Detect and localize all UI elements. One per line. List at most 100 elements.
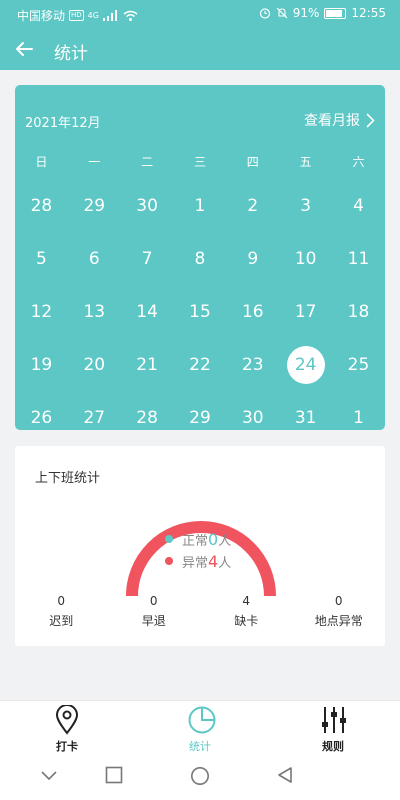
system-navigation-bar bbox=[0, 758, 400, 800]
calendar-day[interactable]: 7 bbox=[121, 249, 174, 269]
calendar-day[interactable]: 30 bbox=[121, 196, 174, 216]
calendar-week-row: 12 13 14 15 16 17 18 bbox=[15, 285, 385, 338]
weekday-label: 五 bbox=[299, 154, 312, 169]
calendar-day[interactable]: 10 bbox=[279, 249, 332, 269]
calendar-day[interactable]: 5 bbox=[15, 249, 68, 269]
calendar-day[interactable]: 8 bbox=[174, 249, 227, 269]
calendar-day[interactable]: 18 bbox=[332, 302, 385, 322]
battery-icon bbox=[324, 7, 347, 19]
calendar-day[interactable]: 26 bbox=[15, 408, 68, 428]
calendar-day[interactable]: 14 bbox=[121, 302, 174, 322]
calendar-day[interactable]: 9 bbox=[226, 249, 279, 269]
home-icon[interactable] bbox=[190, 766, 210, 786]
metrics-row: 0 迟到 0 早退 4 缺卡 0 地点异常 bbox=[15, 594, 385, 629]
calendar-day[interactable]: 1 bbox=[332, 408, 385, 428]
metric-value: 0 bbox=[149, 594, 158, 608]
mute-icon bbox=[276, 7, 288, 19]
signal-icon bbox=[102, 10, 117, 21]
calendar-day[interactable]: 23 bbox=[226, 355, 279, 375]
metric-location-abnormal[interactable]: 0 地点异常 bbox=[293, 594, 386, 629]
weekday-label: 四 bbox=[246, 154, 259, 169]
calendar-day[interactable]: 16 bbox=[226, 302, 279, 322]
legend-normal: 正常 0 人 bbox=[165, 528, 231, 550]
metric-label: 地点异常 bbox=[314, 614, 363, 628]
tab-label: 打卡 bbox=[56, 740, 78, 753]
weekday-label: 日 bbox=[35, 154, 48, 169]
calendar-day[interactable]: 22 bbox=[174, 355, 227, 375]
view-monthly-report-label: 查看月报 bbox=[304, 113, 360, 129]
calendar-day[interactable]: 30 bbox=[226, 408, 279, 428]
calendar-day[interactable]: 3 bbox=[279, 196, 332, 216]
weekday-label: 六 bbox=[352, 154, 365, 169]
gauge-legend: 正常 0 人 异常 4 人 bbox=[165, 528, 231, 572]
carrier-label: 中国移动 bbox=[17, 9, 66, 23]
normal-dot-icon bbox=[165, 535, 173, 543]
status-bar: 中国移动 HD 4G 91% 12:55 bbox=[0, 0, 400, 28]
weekday-label: 三 bbox=[193, 154, 206, 169]
calendar-day[interactable]: 4 bbox=[332, 196, 385, 216]
calendar-day[interactable]: 11 bbox=[332, 249, 385, 269]
back-triangle-icon[interactable] bbox=[276, 766, 294, 784]
calendar-day[interactable]: 6 bbox=[68, 249, 121, 269]
calendar-day[interactable]: 28 bbox=[121, 408, 174, 428]
abnormal-label: 异常 bbox=[182, 555, 209, 571]
calendar-day[interactable]: 15 bbox=[174, 302, 227, 322]
sliders-icon bbox=[322, 707, 346, 733]
calendar-day[interactable]: 29 bbox=[174, 408, 227, 428]
calendar-day[interactable]: 27 bbox=[68, 408, 121, 428]
tab-label: 统计 bbox=[189, 740, 211, 753]
metric-label: 早退 bbox=[141, 614, 166, 628]
abnormal-unit: 人 bbox=[218, 555, 232, 571]
tab-clock-in[interactable]: 打卡 bbox=[27, 701, 107, 759]
calendar-week-row: 5 6 7 8 9 10 11 bbox=[15, 232, 385, 285]
attendance-stats-card: 上下班统计 正常 0 人 异常 4 人 0 迟到 0 早退 4 缺卡 0 地点异… bbox=[15, 446, 385, 646]
tab-statistics[interactable]: 统计 bbox=[160, 701, 240, 759]
calendar-day[interactable]: 17 bbox=[279, 302, 332, 322]
view-monthly-report-link[interactable]: 查看月报 bbox=[304, 110, 375, 130]
chevron-right-icon bbox=[366, 112, 375, 128]
chevron-down-icon[interactable] bbox=[40, 766, 58, 784]
legend-abnormal: 异常 4 人 bbox=[165, 550, 231, 572]
metric-missing-punch[interactable]: 4 缺卡 bbox=[200, 594, 293, 629]
calendar-day[interactable]: 20 bbox=[68, 355, 121, 375]
location-pin-icon bbox=[55, 705, 79, 735]
metric-label: 迟到 bbox=[49, 614, 74, 628]
calendar-day[interactable]: 28 bbox=[15, 196, 68, 216]
calendar-day[interactable]: 25 bbox=[332, 355, 385, 375]
metric-late[interactable]: 0 迟到 bbox=[15, 594, 108, 629]
calendar-card: 2021年12月 查看月报 日 一 二 三 四 五 六 28 29 30 1 2… bbox=[15, 85, 385, 430]
wifi-icon bbox=[123, 10, 138, 21]
abnormal-count: 4 bbox=[208, 551, 219, 571]
calendar-week-row: 19 20 21 22 23 24 25 bbox=[15, 338, 385, 391]
weekday-header: 日 一 二 三 四 五 六 bbox=[15, 143, 385, 179]
calendar-day[interactable]: 1 bbox=[174, 196, 227, 216]
page-title: 统计 bbox=[54, 44, 88, 64]
bottom-tab-bar: 打卡 统计 规则 bbox=[0, 700, 400, 758]
calendar-day[interactable]: 19 bbox=[15, 355, 68, 375]
calendar-day[interactable]: 12 bbox=[15, 302, 68, 322]
abnormal-dot-icon bbox=[165, 557, 173, 565]
recent-apps-icon[interactable] bbox=[105, 766, 123, 784]
selected-day-marker: 24 bbox=[286, 345, 325, 384]
calendar-day[interactable]: 21 bbox=[121, 355, 174, 375]
tab-label: 规则 bbox=[322, 740, 344, 753]
clock: 12:55 bbox=[351, 6, 386, 20]
calendar-day-selected[interactable]: 24 bbox=[279, 345, 332, 384]
metric-value: 0 bbox=[57, 594, 66, 608]
metric-early-leave[interactable]: 0 早退 bbox=[108, 594, 201, 629]
hd-badge: HD bbox=[69, 10, 84, 21]
top-nav-bar: 统计 bbox=[0, 28, 400, 70]
alarm-icon bbox=[259, 8, 270, 19]
normal-label: 正常 bbox=[182, 533, 209, 549]
calendar-month: 2021年12月 bbox=[25, 116, 101, 131]
tab-rules[interactable]: 规则 bbox=[293, 701, 373, 759]
battery-percent: 91% bbox=[292, 6, 320, 20]
back-arrow-icon[interactable] bbox=[10, 34, 40, 64]
calendar-day[interactable]: 31 bbox=[279, 408, 332, 428]
calendar-week-row: 26 27 28 29 30 31 1 bbox=[15, 391, 385, 444]
normal-count: 0 bbox=[208, 529, 219, 549]
calendar-day[interactable]: 29 bbox=[68, 196, 121, 216]
calendar-day[interactable]: 13 bbox=[68, 302, 121, 322]
calendar-day[interactable]: 2 bbox=[226, 196, 279, 216]
pie-chart-icon bbox=[188, 706, 216, 734]
